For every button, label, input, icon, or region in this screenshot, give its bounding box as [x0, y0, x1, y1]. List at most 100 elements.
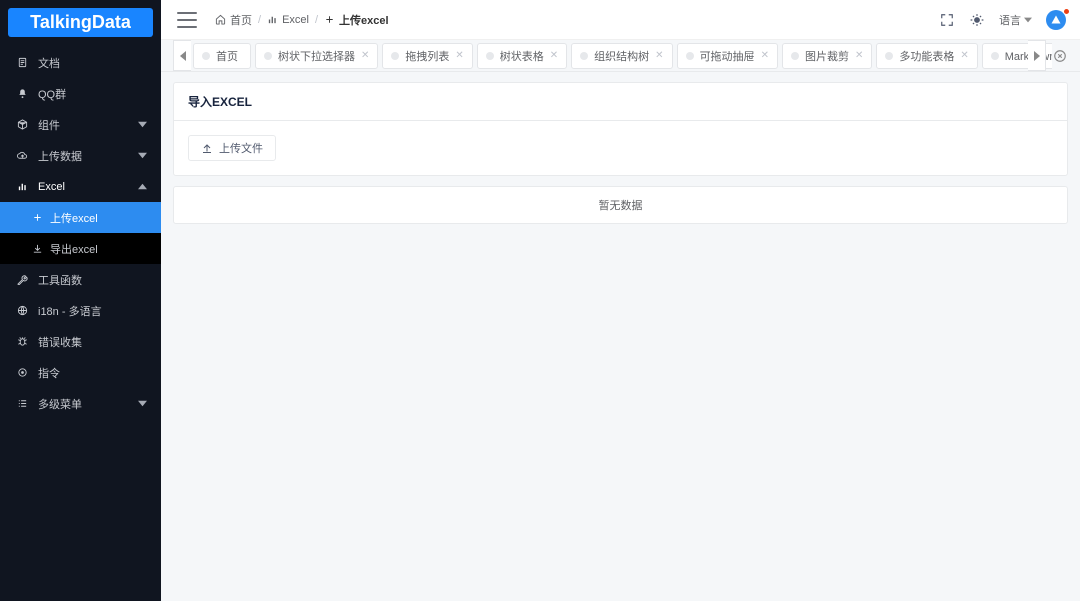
bell-icon	[14, 88, 30, 99]
tab-status-dot	[791, 52, 799, 60]
empty-data-card: 暂无数据	[173, 186, 1068, 224]
language-dropdown[interactable]: 语言	[999, 12, 1032, 28]
tab-status-dot	[391, 52, 399, 60]
upload-icon	[201, 142, 213, 154]
chevron-up-icon	[138, 182, 147, 191]
tabs-close-all-button[interactable]	[1050, 40, 1070, 71]
sidebar-subitem-4-1[interactable]: 导出excel	[0, 233, 161, 264]
empty-data-text: 暂无数据	[599, 200, 643, 212]
sidebar: TalkingData 文档 QQ群组件上传数据 Excel 上传excel 导出exc…	[0, 0, 161, 601]
bar-icon	[14, 181, 30, 192]
sidebar-item-label: i18n - 多语言	[38, 303, 102, 319]
tab-6[interactable]: 图片裁剪✕	[782, 43, 872, 69]
plus-icon	[324, 14, 335, 25]
close-icon[interactable]: ✕	[761, 50, 769, 61]
sidebar-item-6[interactable]: i18n - 多语言	[0, 295, 161, 326]
breadcrumb-label: 首页	[230, 12, 252, 28]
sidebar-item-3[interactable]: 上传数据	[0, 140, 161, 171]
breadcrumb-item-0[interactable]: 首页	[215, 12, 252, 28]
close-icon[interactable]: ✕	[550, 50, 558, 61]
close-icon[interactable]: ✕	[361, 50, 369, 61]
target-icon	[14, 367, 30, 378]
breadcrumb-label: 上传excel	[339, 12, 389, 28]
sidebar-subitem-label: 上传excel	[50, 210, 98, 226]
tab-label: 树状表格	[500, 48, 544, 64]
sidebar-item-9[interactable]: 多级菜单	[0, 388, 161, 419]
breadcrumb-item-1[interactable]: Excel	[267, 14, 309, 26]
wrench-icon	[14, 274, 30, 285]
breadcrumb-label: Excel	[282, 14, 309, 26]
sidebar-item-2[interactable]: 组件	[0, 109, 161, 140]
tab-status-dot	[486, 52, 494, 60]
tab-label: 可拖动抽屉	[700, 48, 755, 64]
upload-file-button[interactable]: 上传文件	[188, 135, 276, 161]
sidebar-item-label: 多级菜单	[38, 396, 82, 412]
bug-icon[interactable]	[969, 12, 985, 28]
chevron-down-icon	[138, 151, 147, 160]
sidebar-item-7[interactable]: 错误收集	[0, 326, 161, 357]
tab-label: 组织结构树	[594, 48, 649, 64]
tab-status-dot	[580, 52, 588, 60]
notification-dot	[1063, 8, 1070, 15]
close-icon[interactable]: ✕	[455, 50, 463, 61]
tab-0[interactable]: 首页	[193, 43, 251, 69]
close-icon[interactable]: ✕	[855, 50, 863, 61]
breadcrumb-separator: /	[258, 14, 261, 26]
tab-label: 树状下拉选择器	[278, 48, 355, 64]
tab-4[interactable]: 组织结构树 ✕	[571, 43, 672, 69]
breadcrumb: 首页 / Excel / 上传excel	[215, 12, 389, 28]
home-icon	[215, 14, 226, 25]
tab-status-dot	[686, 52, 694, 60]
cloud-icon	[14, 150, 30, 161]
tab-status-dot	[202, 52, 210, 60]
header-actions: 语言	[939, 8, 1070, 32]
fullscreen-icon[interactable]	[939, 12, 955, 28]
tabs-scroll-left[interactable]	[173, 40, 191, 71]
sidebar-item-label: Excel	[38, 181, 65, 193]
sidebar-item-label: 上传数据	[38, 148, 82, 164]
tab-label: 首页	[216, 48, 238, 64]
sidebar-item-0[interactable]: 文档	[0, 47, 161, 78]
sidebar-item-5[interactable]: 工具函数	[0, 264, 161, 295]
user-avatar[interactable]	[1046, 8, 1070, 32]
sidebar-item-label: 工具函数	[38, 272, 82, 288]
breadcrumb-separator: /	[315, 14, 318, 26]
app-logo[interactable]: TalkingData	[8, 8, 153, 37]
tabs-list: 首页树状下拉选择器✕拖拽列表✕树状表格✕组织结构树✕可拖动抽屉✕图片裁剪✕多功能…	[193, 43, 1052, 69]
sidebar-item-1[interactable]: QQ群	[0, 78, 161, 109]
sidebar-item-label: 指令	[38, 365, 60, 381]
sidebar-item-label: QQ群	[38, 86, 66, 102]
doc-icon	[14, 57, 30, 68]
tab-status-dot	[885, 52, 893, 60]
chevron-down-icon	[1024, 16, 1032, 24]
tab-2[interactable]: 拖拽列表 ✕	[382, 43, 472, 69]
tab-1[interactable]: 树状下拉选择器 ✕	[255, 43, 378, 69]
download-icon	[30, 243, 44, 254]
main-column: 首页/Excel/上传excel 语言 首页树状下	[161, 0, 1080, 601]
cube-icon	[14, 119, 30, 130]
tab-7[interactable]: 多功能表格 ✕	[876, 43, 977, 69]
sidebar-item-label: 文档	[38, 55, 60, 71]
tab-5[interactable]: 可拖动抽屉 ✕	[677, 43, 778, 69]
tab-label: 拖拽列表	[405, 48, 449, 64]
tabs-scroll-right[interactable]	[1028, 40, 1046, 71]
content-area: 导入EXCEL 上传文件 暂无数据	[161, 72, 1080, 601]
sidebar-item-4[interactable]: Excel	[0, 171, 161, 202]
upload-file-label: 上传文件	[219, 140, 263, 156]
close-icon[interactable]: ✕	[960, 50, 968, 61]
chevron-down-icon	[138, 399, 147, 408]
tab-status-dot	[991, 52, 999, 60]
tab-label: 多功能表格	[899, 48, 954, 64]
list-icon	[14, 398, 30, 409]
sidebar-item-label: 组件	[38, 117, 60, 133]
sidebar-item-8[interactable]: 指令	[0, 357, 161, 388]
sidebar-subitem-label: 导出excel	[50, 241, 98, 257]
tabs-bar: 首页树状下拉选择器✕拖拽列表✕树状表格✕组织结构树✕可拖动抽屉✕图片裁剪✕多功能…	[161, 40, 1080, 72]
sidebar-item-label: 错误收集	[38, 334, 82, 350]
tab-3[interactable]: 树状表格 ✕	[477, 43, 567, 69]
import-excel-card: 导入EXCEL 上传文件	[173, 82, 1068, 176]
sidebar-toggle-button[interactable]	[177, 12, 197, 28]
close-icon[interactable]: ✕	[655, 50, 663, 61]
plus-icon	[30, 212, 44, 223]
sidebar-subitem-4-0[interactable]: 上传excel	[0, 202, 161, 233]
